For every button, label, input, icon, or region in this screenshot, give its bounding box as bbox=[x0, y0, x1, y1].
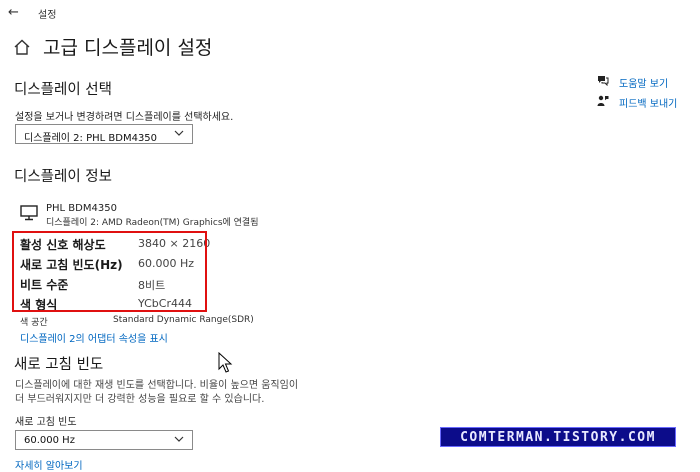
monitor-connection: 디스플레이 2: AMD Radeon(TM) Graphics에 연결됨 bbox=[46, 218, 259, 228]
refresh-description-2: 더 부드러워지지만 더 강력한 성능을 필요로 할 수 있습니다. bbox=[15, 394, 265, 405]
watermark-banner: COMTERMAN.TISTORY.COM bbox=[440, 427, 676, 447]
page-title: 고급 디스플레이 설정 bbox=[43, 37, 213, 59]
monitor-icon bbox=[20, 205, 38, 221]
refresh-rate-value: 60.000 Hz bbox=[24, 435, 75, 446]
info-label-color-space: 색 공간 bbox=[20, 318, 48, 328]
feedback-link[interactable]: 피드백 보내기 bbox=[619, 95, 677, 110]
refresh-rate-dropdown[interactable]: 60.000 Hz bbox=[15, 430, 193, 450]
monitor-name: PHL BDM4350 bbox=[46, 203, 117, 214]
refresh-description-1: 디스플레이에 대한 재생 빈도를 선택합니다. 비율이 높으면 움직임이 bbox=[15, 380, 299, 391]
display-select-heading: 디스플레이 선택 bbox=[14, 82, 112, 98]
display-select-description: 설정을 보거나 변경하려면 디스플레이를 선택하세요. bbox=[15, 112, 234, 123]
refresh-label: 새로 고침 빈도 bbox=[15, 417, 77, 428]
mouse-cursor-icon bbox=[218, 352, 233, 373]
chevron-down-icon bbox=[174, 436, 184, 442]
chevron-down-icon bbox=[174, 130, 184, 136]
display-select-value: 디스플레이 2: PHL BDM4350 bbox=[24, 133, 158, 144]
adapter-properties-link[interactable]: 디스플레이 2의 어댑터 속성을 표시 bbox=[20, 330, 168, 345]
learn-more-link[interactable]: 자세히 알아보기 bbox=[15, 457, 83, 472]
feedback-person-icon bbox=[597, 95, 609, 106]
home-icon bbox=[14, 39, 30, 55]
info-value-color-space: Standard Dynamic Range(SDR) bbox=[113, 315, 254, 325]
display-info-heading: 디스플레이 정보 bbox=[14, 169, 112, 185]
display-select-dropdown[interactable]: 디스플레이 2: PHL BDM4350 bbox=[15, 124, 193, 144]
back-arrow-icon[interactable]: ← bbox=[8, 5, 19, 20]
window-title: 설정 bbox=[38, 10, 57, 21]
help-chat-icon bbox=[598, 76, 609, 86]
help-link[interactable]: 도움말 보기 bbox=[619, 75, 668, 90]
refresh-heading: 새로 고침 빈도 bbox=[14, 357, 104, 373]
highlight-box bbox=[12, 231, 207, 312]
